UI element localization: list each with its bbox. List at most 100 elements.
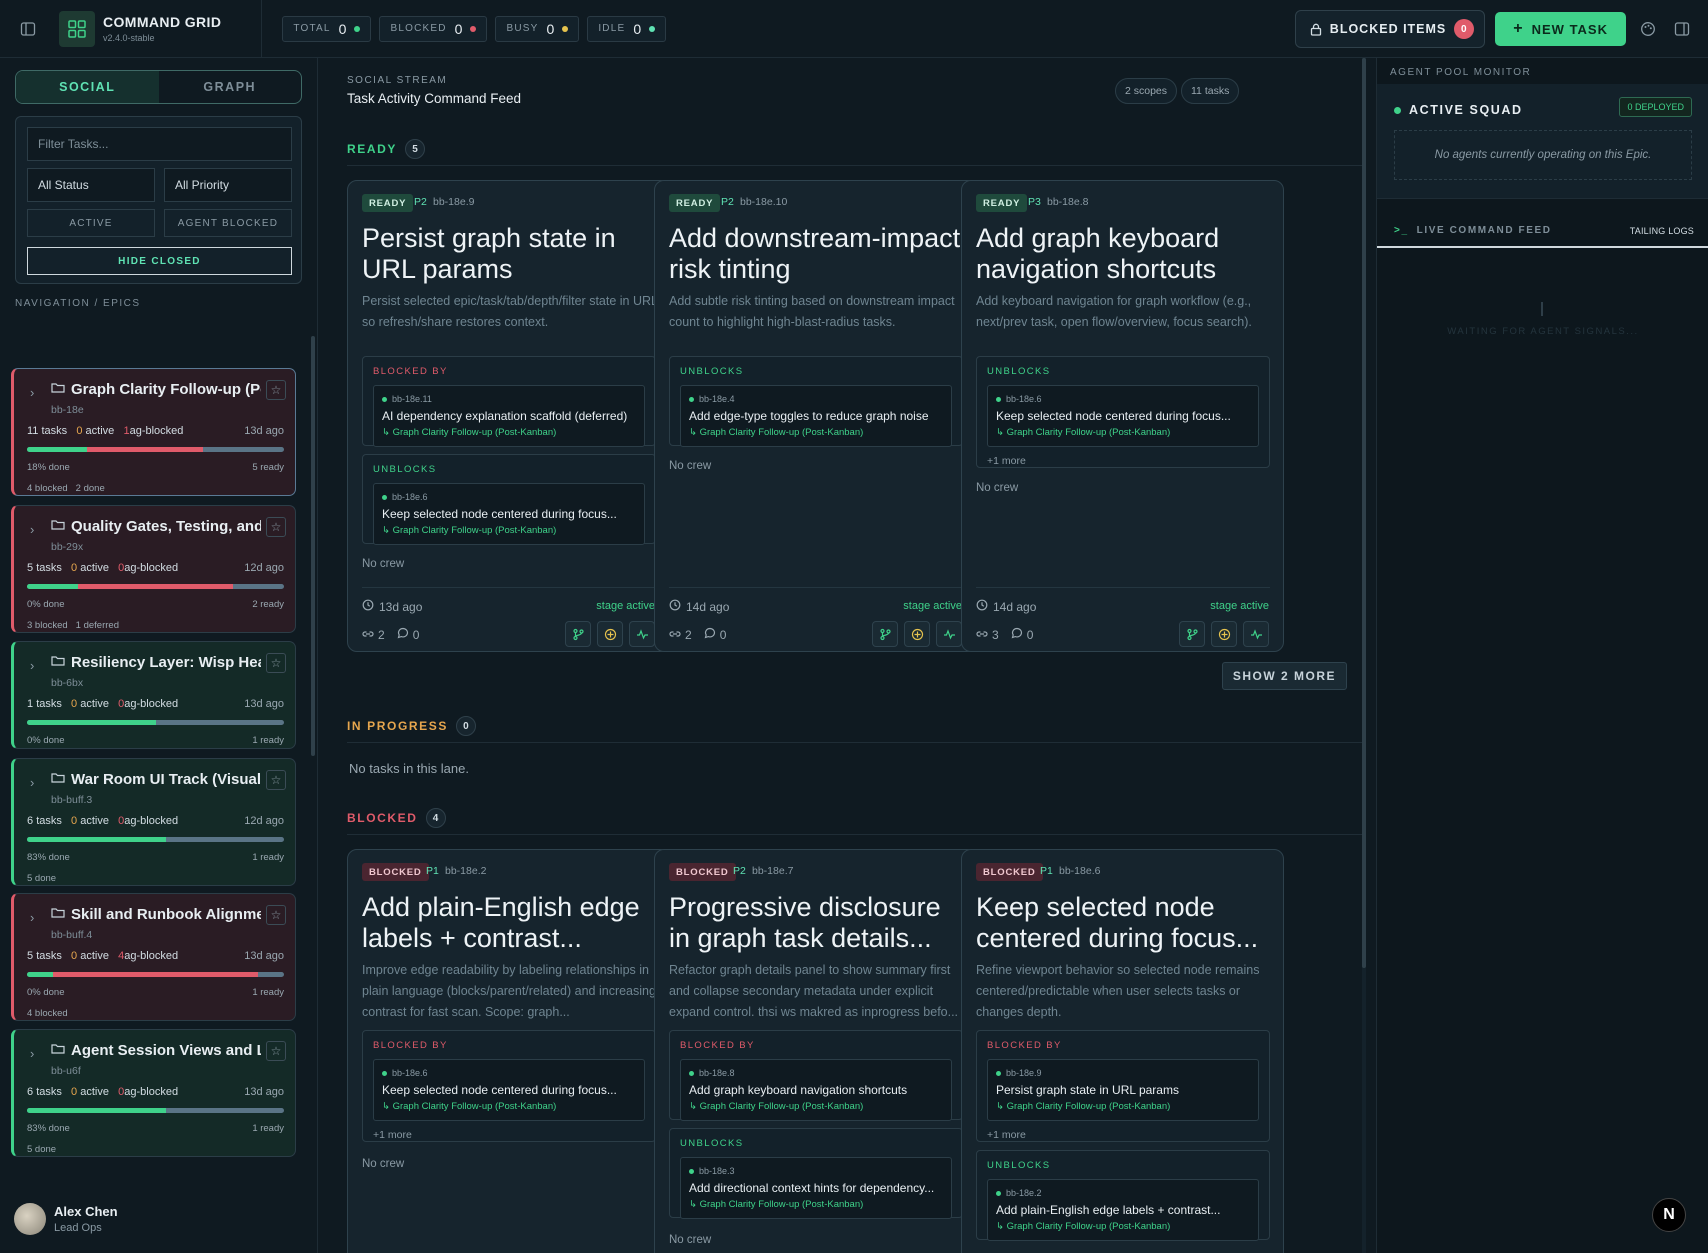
panel-toggle-icon[interactable] — [1670, 17, 1694, 41]
epic-item[interactable]: › Graph Clarity Follow-up (Post-Kanban) … — [11, 368, 296, 496]
task-card[interactable]: BLOCKED P1 bb-18e.2 Add plain-English ed… — [347, 849, 670, 1253]
dep-task-link[interactable]: bb-18e.6 Keep selected node centered dur… — [373, 1059, 645, 1121]
active-filter-button[interactable]: ACTIVE — [27, 209, 155, 237]
activity-icon[interactable] — [1243, 621, 1269, 647]
sidebar-scrollbar[interactable] — [311, 336, 315, 756]
epic-age: 13d ago — [244, 950, 284, 962]
activity-icon[interactable] — [936, 621, 962, 647]
target-icon[interactable] — [904, 621, 930, 647]
task-card[interactable]: BLOCKED P2 bb-18e.7 Progressive disclosu… — [654, 849, 977, 1253]
epic-title: Agent Session Views and Logs — [71, 1042, 261, 1059]
new-task-button[interactable]: + NEW TASK — [1495, 12, 1626, 46]
branch-icon[interactable] — [565, 621, 591, 647]
dep-task-link[interactable]: bb-18e.2 Add plain-English edge labels +… — [987, 1179, 1259, 1241]
star-icon[interactable]: ☆ — [266, 770, 286, 790]
epic-item[interactable]: › Resiliency Layer: Wisp Heartbeats ☆ bb… — [11, 641, 296, 749]
active-label: active — [80, 1086, 109, 1098]
tasks-pill[interactable]: 11 tasks — [1181, 78, 1240, 104]
agent-blocked-filter-button[interactable]: AGENT BLOCKED — [164, 209, 292, 237]
active-label: active — [80, 562, 109, 574]
link-icon — [669, 628, 681, 642]
folder-icon — [51, 908, 65, 918]
chevron-right-icon[interactable]: › — [30, 910, 34, 925]
blocked-items-button[interactable]: BLOCKED ITEMS 0 — [1294, 10, 1486, 48]
epic-item[interactable]: › Skill and Runbook Alignment ☆ bb-buff.… — [11, 893, 296, 1021]
task-card[interactable]: BLOCKED P1 bb-18e.6 Keep selected node c… — [961, 849, 1284, 1253]
counter-value: 0 — [546, 20, 555, 37]
more-link[interactable]: +1 more — [373, 1129, 412, 1141]
palette-icon[interactable] — [1636, 17, 1660, 41]
chevron-right-icon[interactable]: › — [30, 1046, 34, 1061]
lane-count: 5 — [405, 139, 426, 159]
scopes-pill[interactable]: 2 scopes — [1115, 78, 1178, 104]
tab-graph[interactable]: GRAPH — [159, 71, 302, 103]
star-icon[interactable]: ☆ — [266, 380, 286, 400]
branch-icon[interactable] — [872, 621, 898, 647]
priority-label: P3 — [1028, 196, 1041, 208]
active-count: 0 — [71, 950, 78, 962]
assistant-fab-button[interactable]: N — [1652, 1198, 1686, 1232]
filter-tasks-input[interactable]: Filter Tasks... — [27, 127, 292, 161]
activity-icon[interactable] — [629, 621, 655, 647]
chevron-right-icon[interactable]: › — [30, 775, 34, 790]
target-icon[interactable] — [1211, 621, 1237, 647]
tab-social[interactable]: SOCIAL — [16, 71, 159, 103]
dep-task-link[interactable]: bb-18e.8 Add graph keyboard navigation s… — [680, 1059, 952, 1121]
more-link[interactable]: +1 more — [987, 1129, 1026, 1141]
unblocks-block: UNBLOCKS bb-18e.3 Add directional contex… — [669, 1128, 963, 1219]
target-icon[interactable] — [597, 621, 623, 647]
status-dot — [689, 1070, 694, 1076]
chevron-right-icon[interactable]: › — [30, 522, 34, 537]
percent-done: 0% done — [27, 599, 65, 610]
dep-task-title: Keep selected node centered during focus… — [382, 507, 617, 521]
dep-task-epic: ↳ Graph Clarity Follow-up (Post-Kanban) — [996, 1101, 1171, 1112]
epic-item[interactable]: › Quality Gates, Testing, and Release ☆ … — [11, 505, 296, 633]
status-chip: BLOCKED — [976, 863, 1043, 881]
dep-header: BLOCKED BY — [373, 1040, 448, 1051]
star-icon[interactable]: ☆ — [266, 1041, 286, 1061]
epic-item[interactable]: › Agent Session Views and Logs ☆ bb-u6f … — [11, 1029, 296, 1157]
task-card[interactable]: READY P2 bb-18e.10 Add downstream-impact… — [654, 180, 977, 652]
task-title: Add graph keyboard navigation shortcuts — [976, 223, 1220, 284]
app-version: v2.4.0-stable — [103, 33, 155, 43]
star-icon[interactable]: ☆ — [266, 653, 286, 673]
branch-icon[interactable] — [1179, 621, 1205, 647]
progress-bar — [27, 584, 284, 589]
progress-segment — [27, 447, 88, 452]
progress-segment — [27, 1108, 167, 1113]
ready-count: 1 ready — [252, 987, 284, 998]
chevron-right-icon[interactable]: › — [30, 385, 34, 400]
chevron-right-icon[interactable]: › — [30, 658, 34, 673]
epic-footer-stat: 2 done — [75, 483, 105, 494]
main-scrollbar[interactable] — [1362, 58, 1366, 968]
star-icon[interactable]: ☆ — [266, 905, 286, 925]
more-link[interactable]: +1 more — [987, 455, 1026, 467]
hide-closed-button[interactable]: HIDE CLOSED — [27, 247, 292, 275]
star-icon[interactable]: ☆ — [266, 517, 286, 537]
dep-task-epic: ↳ Graph Clarity Follow-up (Post-Kanban) — [382, 1101, 557, 1112]
show-more-button[interactable]: SHOW 2 MORE — [1221, 662, 1347, 690]
task-card[interactable]: READY P2 bb-18e.9 Persist graph state in… — [347, 180, 670, 652]
epic-item[interactable]: › War Room UI Track (Visual Polish) ☆ bb… — [11, 758, 296, 886]
status-select[interactable]: All Status — [27, 168, 155, 202]
task-age-text: 13d ago — [379, 599, 423, 614]
dep-task-link[interactable]: bb-18e.6 Keep selected node centered dur… — [987, 385, 1259, 447]
progress-bar — [27, 972, 284, 977]
dep-header: UNBLOCKS — [680, 366, 744, 377]
dep-task-link[interactable]: bb-18e.6 Keep selected node centered dur… — [373, 483, 645, 545]
lane-ready-header: READY 5 — [347, 139, 426, 159]
dep-task-link[interactable]: bb-18e.11 AI dependency explanation scaf… — [373, 385, 645, 447]
dep-task-link[interactable]: bb-18e.4 Add edge-type toggles to reduce… — [680, 385, 952, 447]
dep-task-link[interactable]: bb-18e.9 Persist graph state in URL para… — [987, 1059, 1259, 1121]
task-card[interactable]: READY P3 bb-18e.8 Add graph keyboard nav… — [961, 180, 1284, 652]
priority-label: P2 — [733, 865, 746, 877]
counter-value: 0 — [454, 20, 463, 37]
ready-count: 2 ready — [252, 599, 284, 610]
status-dot — [996, 1070, 1001, 1076]
user-profile[interactable]: Alex Chen Lead Ops — [14, 1203, 118, 1235]
dep-task-link[interactable]: bb-18e.3 Add directional context hints f… — [680, 1157, 952, 1219]
status-dot — [470, 25, 477, 32]
priority-select[interactable]: All Priority — [164, 168, 292, 202]
filter-panel: Filter Tasks... All Status All Priority … — [15, 116, 302, 284]
sidebar-toggle-icon[interactable] — [0, 0, 56, 58]
